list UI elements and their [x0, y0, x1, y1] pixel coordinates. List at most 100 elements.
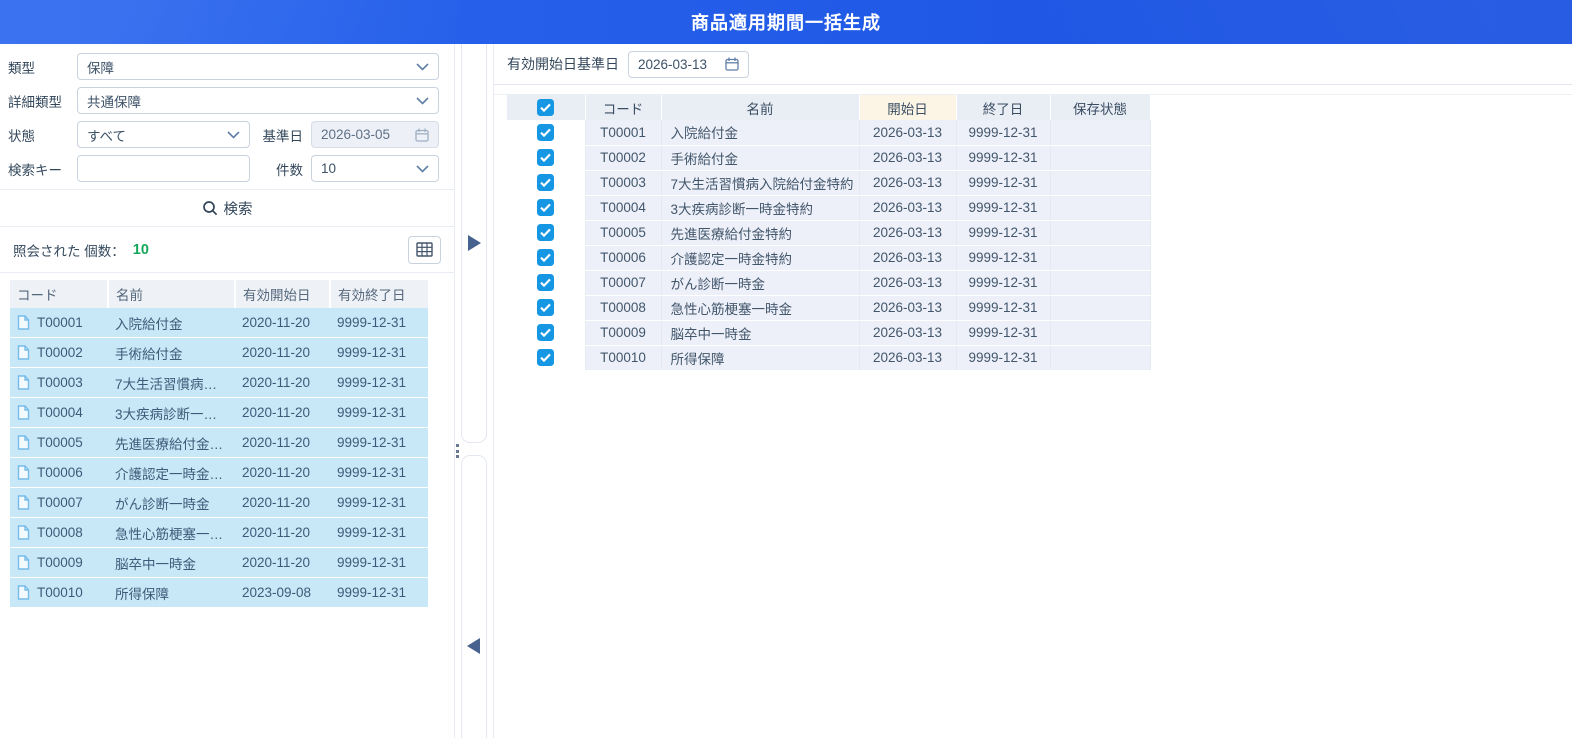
app-header: 商品適用期間一括生成 — [0, 0, 1572, 44]
document-icon — [17, 585, 30, 600]
generation-panel: 有効開始日基準日 2026-03-13 コード 名前 開始日 — [493, 44, 1572, 738]
detail-type-label: 詳細類型 — [8, 91, 77, 111]
column-header-code: コード — [10, 280, 108, 308]
count-label: 件数 — [276, 159, 303, 179]
row-checkbox[interactable] — [537, 249, 554, 266]
chevron-down-icon — [227, 131, 240, 139]
export-grid-icon — [416, 242, 433, 257]
table-row: T00003 7大生活習慣病入院給付金特約 2026-03-13 9999-12… — [507, 170, 1150, 195]
status-label: 状態 — [8, 125, 77, 145]
page-title: 商品適用期間一括生成 — [691, 9, 881, 35]
type-select[interactable]: 保障 — [77, 53, 439, 80]
document-icon — [17, 315, 30, 330]
divider — [494, 84, 1572, 85]
chevron-down-icon — [416, 165, 429, 173]
start-date-cell[interactable]: 2026-03-13 — [859, 320, 956, 345]
export-excel-button[interactable] — [408, 236, 441, 264]
select-all-header — [507, 95, 585, 120]
row-checkbox[interactable] — [537, 274, 554, 291]
table-row[interactable]: T00007 がん診断一時金 2020-11-20 9999-12-31 — [10, 488, 428, 518]
column-header-name: 名前 — [661, 95, 859, 120]
table-row[interactable]: T00006 介護認定一時金… 2020-11-20 9999-12-31 — [10, 458, 428, 488]
row-checkbox[interactable] — [537, 349, 554, 366]
table-row: T00007 がん診断一時金 2026-03-13 9999-12-31 — [507, 270, 1150, 295]
table-row[interactable]: T00008 急性心筋梗塞一… 2020-11-20 9999-12-31 — [10, 518, 428, 548]
column-header-name: 名前 — [108, 280, 235, 308]
column-header-end: 有効終了日 — [330, 280, 428, 308]
result-count-bar: 照会された 個数： 10 — [0, 227, 454, 273]
base-date-label: 基準日 — [263, 125, 304, 145]
table-row[interactable]: T00010 所得保障 2023-09-08 9999-12-31 — [10, 578, 428, 608]
effective-start-base-date-label: 有効開始日基準日 — [507, 54, 619, 74]
table-row: T00008 急性心筋梗塞一時金 2026-03-13 9999-12-31 — [507, 295, 1150, 320]
column-header-end: 終了日 — [956, 95, 1050, 120]
calendar-icon — [725, 57, 739, 71]
column-header-start: 有効開始日 — [235, 280, 330, 308]
table-row: T00010 所得保障 2026-03-13 9999-12-31 — [507, 345, 1150, 370]
table-row[interactable]: T00009 脳卒中一時金 2020-11-20 9999-12-31 — [10, 548, 428, 578]
row-checkbox[interactable] — [537, 149, 554, 166]
search-button[interactable]: 検索 — [0, 189, 454, 227]
start-date-cell[interactable]: 2026-03-13 — [859, 145, 956, 170]
search-key-label: 検索キー — [8, 159, 77, 179]
table-header-row: コード 名前 有効開始日 有効終了日 — [10, 280, 428, 308]
start-date-cell[interactable]: 2026-03-13 — [859, 220, 956, 245]
generation-table: コード 名前 開始日 終了日 保存状態 T0000 — [507, 95, 1151, 371]
row-checkbox[interactable] — [537, 124, 554, 141]
table-row: T00009 脳卒中一時金 2026-03-13 9999-12-31 — [507, 320, 1150, 345]
result-count-label: 照会された 個数： — [13, 240, 125, 260]
chevron-down-icon — [416, 97, 429, 105]
document-icon — [17, 375, 30, 390]
document-icon — [17, 435, 30, 450]
column-header-start: 開始日 — [859, 95, 956, 120]
search-panel: 類型 保障 詳細類型 共通保障 状態 すべて 基準日 — [0, 44, 455, 738]
row-checkbox[interactable] — [537, 299, 554, 316]
select-all-checkbox[interactable] — [537, 99, 554, 116]
start-date-cell[interactable]: 2026-03-13 — [859, 345, 956, 370]
table-row[interactable]: T00003 7大生活習慣病… 2020-11-20 9999-12-31 — [10, 368, 428, 398]
panel-splitter — [455, 44, 493, 738]
document-icon — [17, 525, 30, 540]
splitter-drag-handle[interactable] — [456, 444, 462, 458]
move-left-arrow-button[interactable] — [467, 638, 480, 654]
table-row[interactable]: T00004 3大疾病診断一… 2020-11-20 9999-12-31 — [10, 398, 428, 428]
chevron-down-icon — [416, 63, 429, 71]
row-checkbox[interactable] — [537, 324, 554, 341]
detail-type-select[interactable]: 共通保障 — [77, 87, 439, 114]
start-date-cell[interactable]: 2026-03-13 — [859, 120, 956, 145]
table-row[interactable]: T00002 手術給付金 2020-11-20 9999-12-31 — [10, 338, 428, 368]
table-header-row: コード 名前 開始日 終了日 保存状態 — [507, 95, 1150, 120]
splitter-track-bottom — [461, 455, 487, 738]
result-count-value: 10 — [133, 242, 149, 258]
document-icon — [17, 555, 30, 570]
document-icon — [17, 465, 30, 480]
row-checkbox[interactable] — [537, 224, 554, 241]
type-label: 類型 — [8, 57, 77, 77]
start-date-cell[interactable]: 2026-03-13 — [859, 270, 956, 295]
document-icon — [17, 495, 30, 510]
table-row[interactable]: T00005 先進医療給付金… 2020-11-20 9999-12-31 — [10, 428, 428, 458]
column-header-status: 保存状態 — [1050, 95, 1150, 120]
search-key-input[interactable] — [77, 155, 250, 182]
start-date-cell[interactable]: 2026-03-13 — [859, 170, 956, 195]
table-row: T00005 先進医療給付金特約 2026-03-13 9999-12-31 — [507, 220, 1150, 245]
base-date-input: 2026-03-05 — [311, 121, 439, 148]
start-date-cell[interactable]: 2026-03-13 — [859, 295, 956, 320]
document-icon — [17, 345, 30, 360]
count-select[interactable]: 10 — [311, 155, 439, 182]
query-result-table: コード 名前 有効開始日 有効終了日 T00001 — [10, 280, 428, 608]
table-row: T00006 介護認定一時金特約 2026-03-13 9999-12-31 — [507, 245, 1150, 270]
effective-start-base-date-input[interactable]: 2026-03-13 — [628, 51, 749, 78]
start-date-cell[interactable]: 2026-03-13 — [859, 245, 956, 270]
column-header-code: コード — [585, 95, 661, 120]
calendar-icon — [415, 128, 429, 142]
table-row[interactable]: T00001 入院給付金 2020-11-20 9999-12-31 — [10, 308, 428, 338]
status-select[interactable]: すべて — [77, 121, 250, 148]
move-right-arrow-button[interactable] — [468, 235, 481, 251]
row-checkbox[interactable] — [537, 199, 554, 216]
table-row: T00004 3大疾病診断一時金特約 2026-03-13 9999-12-31 — [507, 195, 1150, 220]
start-date-cell[interactable]: 2026-03-13 — [859, 195, 956, 220]
row-checkbox[interactable] — [537, 174, 554, 191]
table-row: T00001 入院給付金 2026-03-13 9999-12-31 — [507, 120, 1150, 145]
document-icon — [17, 405, 30, 420]
